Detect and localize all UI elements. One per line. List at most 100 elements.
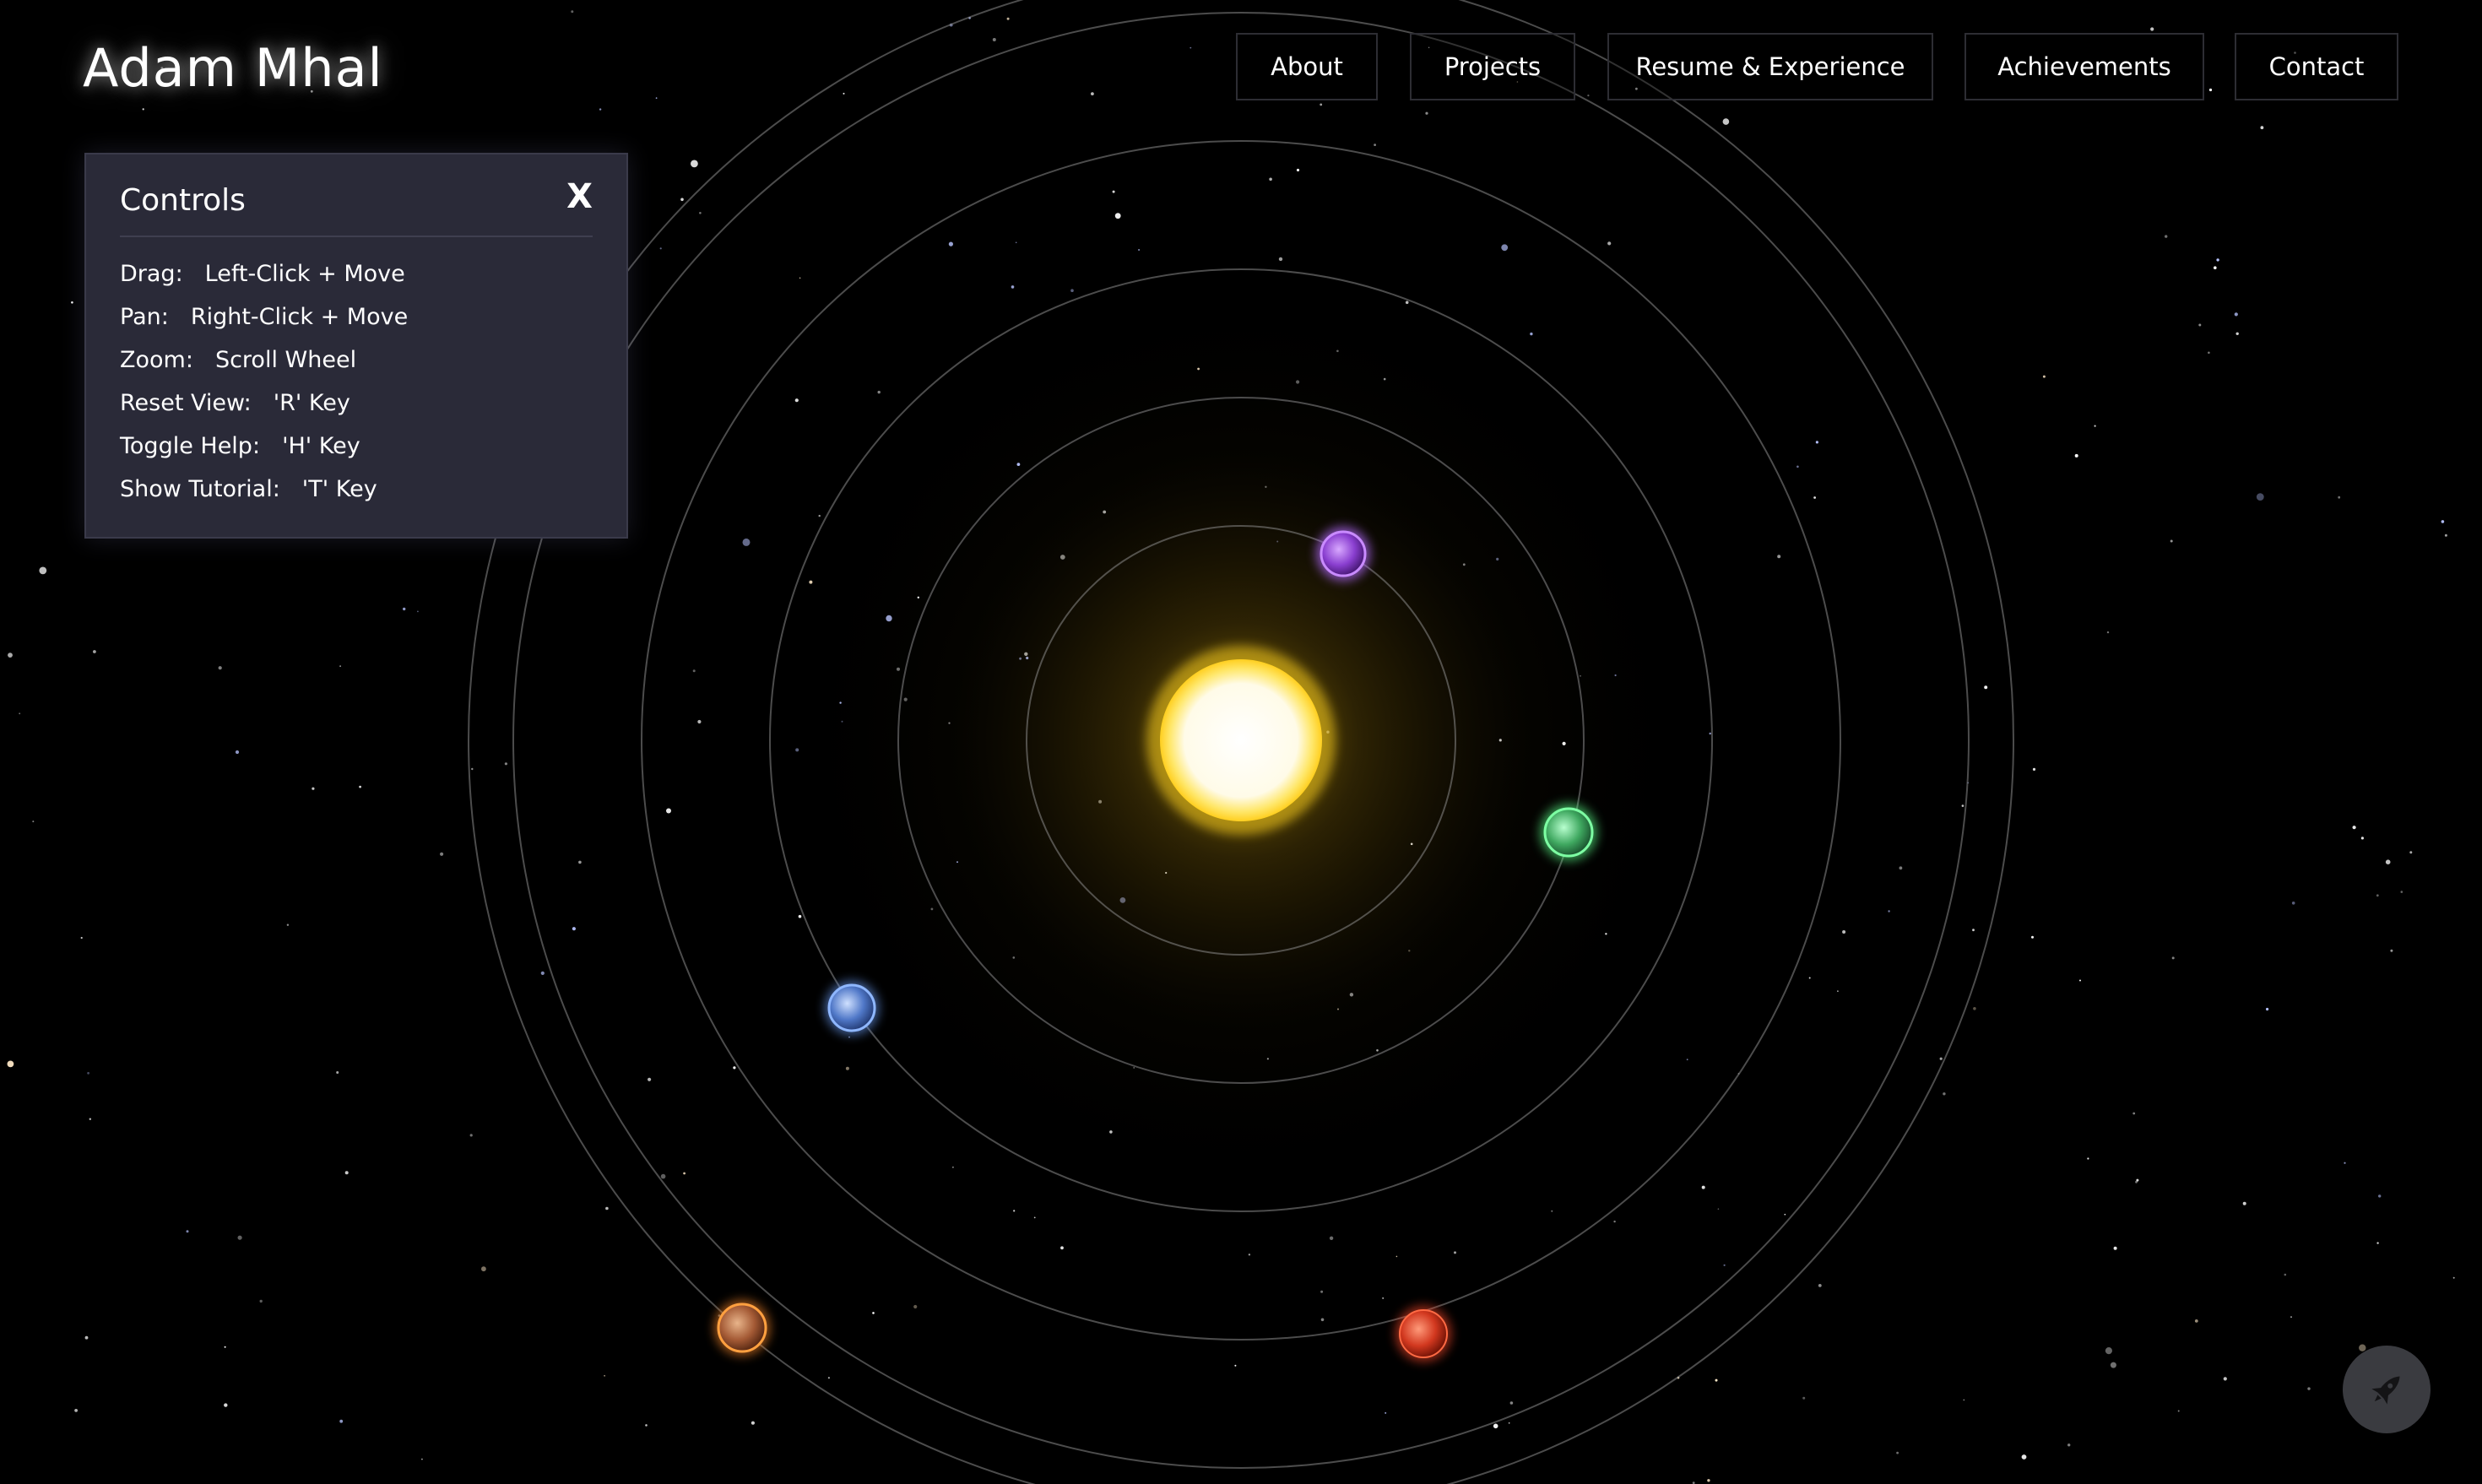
star bbox=[1777, 555, 1781, 559]
control-row-toggle-help: Toggle Help: 'H' Key bbox=[120, 425, 408, 468]
star bbox=[2260, 126, 2264, 130]
star bbox=[1784, 1213, 1786, 1216]
star bbox=[733, 1066, 736, 1070]
star bbox=[8, 653, 13, 658]
star bbox=[1114, 213, 1121, 219]
nav-resume-experience[interactable]: Resume & Experience bbox=[1607, 33, 1933, 100]
nav-projects[interactable]: Projects bbox=[1410, 33, 1575, 100]
star bbox=[471, 767, 474, 771]
star bbox=[2171, 956, 2175, 960]
star bbox=[1888, 910, 1890, 913]
star bbox=[2198, 323, 2202, 327]
star bbox=[237, 1235, 242, 1240]
star bbox=[142, 108, 144, 111]
star bbox=[1015, 241, 1017, 244]
star bbox=[440, 852, 444, 856]
star bbox=[336, 1071, 339, 1074]
star bbox=[648, 1077, 652, 1081]
star bbox=[1382, 1297, 1385, 1299]
star bbox=[798, 914, 802, 918]
sun[interactable] bbox=[1146, 646, 1336, 835]
star bbox=[2194, 1319, 2198, 1323]
control-value: Scroll Wheel bbox=[214, 347, 357, 373]
star bbox=[89, 1118, 92, 1120]
star bbox=[877, 390, 881, 394]
star bbox=[1374, 144, 1376, 147]
star bbox=[2400, 891, 2403, 893]
star bbox=[697, 719, 702, 724]
control-value: 'T' Key bbox=[301, 476, 377, 502]
star bbox=[666, 808, 671, 814]
close-button[interactable]: X bbox=[566, 180, 593, 214]
star bbox=[2360, 837, 2364, 840]
star bbox=[1278, 257, 1283, 262]
star bbox=[74, 1409, 78, 1412]
star bbox=[224, 1403, 228, 1407]
star bbox=[2376, 1242, 2379, 1244]
star bbox=[2165, 235, 2168, 238]
star bbox=[2284, 1273, 2287, 1276]
star bbox=[2266, 1007, 2269, 1011]
star bbox=[2385, 859, 2391, 864]
nav-achievements[interactable]: Achievements bbox=[1964, 33, 2204, 100]
star bbox=[2170, 539, 2173, 543]
star bbox=[87, 1071, 89, 1075]
star bbox=[2216, 258, 2219, 262]
control-key: Show Tutorial: bbox=[120, 476, 280, 502]
star bbox=[2110, 1362, 2116, 1368]
star bbox=[1818, 1284, 1822, 1287]
blue-planet[interactable] bbox=[825, 981, 879, 1035]
control-key: Toggle Help: bbox=[120, 433, 261, 459]
star bbox=[2106, 631, 2110, 634]
star bbox=[235, 750, 240, 755]
star bbox=[2150, 27, 2154, 31]
nav-about[interactable]: About bbox=[1236, 33, 1378, 100]
star bbox=[19, 712, 21, 715]
star bbox=[71, 301, 73, 304]
star bbox=[1425, 111, 1428, 115]
red-planet[interactable] bbox=[1395, 1306, 1451, 1362]
star bbox=[1385, 1411, 1387, 1414]
star bbox=[481, 1266, 486, 1272]
star bbox=[1320, 1290, 1324, 1293]
star bbox=[578, 860, 582, 864]
purple-planet[interactable] bbox=[1316, 527, 1370, 581]
star bbox=[2136, 1178, 2139, 1182]
star bbox=[339, 665, 341, 667]
main-nav: About Projects Resume & Experience Achie… bbox=[0, 33, 2482, 104]
star bbox=[1896, 1451, 1899, 1454]
orange-planet[interactable] bbox=[714, 1300, 770, 1356]
star bbox=[1296, 168, 1300, 172]
star bbox=[2256, 493, 2264, 501]
star bbox=[1973, 1007, 1976, 1010]
star bbox=[186, 1230, 189, 1233]
star bbox=[1551, 1210, 1553, 1212]
control-row-reset-view: Reset View: 'R' Key bbox=[120, 382, 408, 425]
star bbox=[359, 785, 361, 788]
star bbox=[2031, 935, 2034, 939]
star bbox=[1837, 990, 1839, 993]
star bbox=[1607, 241, 1612, 246]
green-planet[interactable] bbox=[1540, 804, 1597, 861]
star bbox=[604, 1374, 605, 1377]
nav-contact[interactable]: Contact bbox=[2235, 33, 2398, 100]
star bbox=[2376, 894, 2379, 897]
star bbox=[218, 666, 222, 670]
control-value: 'H' Key bbox=[282, 433, 360, 459]
star bbox=[2290, 1316, 2292, 1318]
star bbox=[1395, 1255, 1398, 1258]
control-row-drag: Drag: Left-Click + Move bbox=[120, 252, 408, 295]
star bbox=[1320, 1318, 1325, 1322]
star bbox=[1248, 1254, 1251, 1256]
star bbox=[421, 1458, 423, 1460]
star bbox=[84, 1335, 89, 1340]
control-value: Right-Click + Move bbox=[190, 304, 409, 330]
star bbox=[1138, 249, 1141, 251]
rocket-button[interactable] bbox=[2343, 1346, 2431, 1433]
star bbox=[659, 247, 662, 250]
star bbox=[2177, 1410, 2180, 1412]
star bbox=[680, 198, 684, 202]
star bbox=[1530, 332, 1533, 336]
star bbox=[403, 607, 406, 611]
star bbox=[1033, 1216, 1036, 1219]
